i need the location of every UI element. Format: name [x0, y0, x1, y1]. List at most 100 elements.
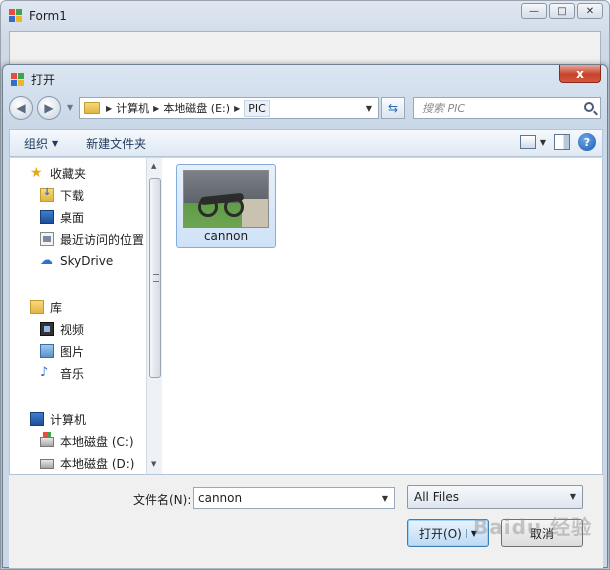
new-folder-label: 新建文件夹 — [86, 136, 147, 151]
refresh-button[interactable]: ⇆ — [381, 97, 405, 119]
nav-item-label: 视频 — [60, 322, 85, 337]
nav-item-label: 图片 — [60, 344, 85, 359]
refresh-icon: ⇆ — [387, 101, 399, 115]
close-button[interactable]: ✕ — [577, 3, 603, 19]
open-file-dialog: 打开 x ◀ ▶ ▼ ▶ 计算机 ▶ 本地磁盘 (E:) ▶ PIC ▼ ⇆ 搜… — [2, 64, 608, 568]
nav-item-drive-d[interactable]: 本地磁盘 (D:) — [40, 454, 134, 472]
change-view-icon[interactable] — [519, 135, 536, 149]
nav-item-label: 桌面 — [60, 210, 85, 225]
file-item-cannon[interactable]: cannon — [176, 164, 276, 248]
nav-computer-label: 计算机 — [50, 412, 87, 427]
nav-item-downloads[interactable]: 下载 — [40, 186, 84, 204]
filename-dropdown-icon[interactable]: ▼ — [378, 490, 392, 506]
nav-libraries-label: 库 — [50, 300, 63, 315]
nav-item-label: 本地磁盘 (D:) — [60, 456, 135, 471]
organize-button[interactable]: 组织 ▼ — [10, 135, 72, 152]
nav-item-music[interactable]: ♪ 音乐 — [40, 364, 84, 382]
form1-title: Form1 — [29, 9, 67, 23]
content-area: ★ 收藏夹 下载 桌面 最近访问的位置 ☁ SkyDrive 库 — [9, 158, 603, 474]
chevron-down-icon: ▼ — [52, 138, 59, 148]
search-input[interactable]: 搜索 PIC — [413, 97, 601, 119]
filetype-select[interactable]: All Files ▼ — [407, 485, 583, 509]
nav-item-drive-c[interactable]: 本地磁盘 (C:) — [40, 432, 134, 450]
breadcrumb-separator-icon[interactable]: ▶ — [106, 104, 112, 113]
scroll-grip-icon — [153, 274, 159, 282]
help-icon[interactable]: ? — [578, 133, 596, 151]
recent-places-icon — [40, 232, 54, 246]
preview-pane-icon[interactable] — [554, 134, 570, 150]
breadcrumb-pic[interactable]: PIC — [244, 99, 270, 117]
nav-item-desktop[interactable]: 桌面 — [40, 208, 84, 226]
navigation-bar: ◀ ▶ ▼ ▶ 计算机 ▶ 本地磁盘 (E:) ▶ PIC ▼ ⇆ 搜索 PIC — [9, 95, 603, 121]
nav-favorites-label: 收藏夹 — [50, 166, 87, 181]
nav-item-skydrive[interactable]: ☁ SkyDrive — [40, 252, 113, 270]
nav-favorites[interactable]: ★ 收藏夹 — [30, 164, 86, 182]
new-folder-button[interactable]: 新建文件夹 — [72, 135, 160, 152]
address-bar[interactable]: ▶ 计算机 ▶ 本地磁盘 (E:) ▶ PIC ▼ — [79, 97, 379, 119]
drive-icon — [40, 459, 54, 469]
form1-client-area — [9, 31, 601, 65]
search-placeholder: 搜索 PIC — [422, 102, 466, 115]
breadcrumb-separator-icon[interactable]: ▶ — [153, 104, 159, 113]
downloads-folder-icon — [40, 187, 54, 202]
nav-computer[interactable]: 计算机 — [30, 410, 86, 428]
breadcrumb-separator-icon[interactable]: ▶ — [234, 104, 240, 113]
breadcrumb: ▶ 计算机 ▶ 本地磁盘 (E:) ▶ PIC — [106, 99, 270, 117]
back-arrow-icon: ◀ — [16, 101, 26, 115]
nav-item-recent-places[interactable]: 最近访问的位置 — [40, 230, 144, 248]
dialog-close-button[interactable]: x — [559, 65, 601, 83]
nav-libraries[interactable]: 库 — [30, 298, 62, 316]
watermark-logo: Baidu 经验 — [473, 515, 593, 539]
maximize-button[interactable]: □ — [549, 3, 575, 19]
navigation-pane: ★ 收藏夹 下载 桌面 最近访问的位置 ☁ SkyDrive 库 — [10, 158, 162, 474]
nav-item-label: 音乐 — [60, 366, 85, 381]
navigation-scrollbar[interactable]: ▲ ▼ — [146, 158, 162, 474]
scrollbar-thumb[interactable] — [149, 178, 161, 378]
folder-icon — [84, 102, 100, 114]
search-icon[interactable] — [584, 102, 594, 112]
recent-locations-dropdown[interactable]: ▼ — [67, 103, 73, 112]
nav-item-pictures[interactable]: 图片 — [40, 342, 84, 360]
form1-titlebar: Form1 — [9, 7, 67, 25]
scroll-down-arrow-icon[interactable]: ▼ — [151, 460, 156, 468]
file-list: cannon — [170, 158, 602, 474]
file-name-label: cannon — [203, 229, 249, 243]
forward-arrow-icon: ▶ — [44, 101, 54, 115]
system-drive-icon — [40, 432, 54, 447]
cloud-icon: ☁ — [40, 253, 53, 268]
filetype-value: All Files — [414, 490, 460, 504]
library-icon — [30, 300, 44, 314]
forward-button[interactable]: ▶ — [37, 96, 61, 120]
desktop-icon — [40, 210, 54, 224]
dialog-titlebar: 打开 — [11, 71, 55, 88]
organize-label: 组织 — [24, 136, 49, 151]
view-options-dropdown-icon[interactable]: ▼ — [540, 138, 546, 147]
toolbar: 组织 ▼ 新建文件夹 ▼ ? — [9, 129, 603, 157]
breadcrumb-computer[interactable]: 计算机 — [116, 100, 149, 116]
form1-caption-buttons: — □ ✕ — [521, 3, 603, 19]
scroll-up-arrow-icon[interactable]: ▲ — [151, 162, 156, 170]
star-icon: ★ — [30, 165, 43, 181]
dialog-title: 打开 — [31, 73, 56, 87]
open-label: 打开(O) — [419, 526, 462, 541]
nav-item-label: SkyDrive — [60, 254, 114, 268]
cannon-thumbnail — [183, 170, 269, 228]
filename-label: 文件名(N): — [133, 493, 192, 507]
toolbar-right-group: ▼ ? — [519, 133, 596, 151]
back-button[interactable]: ◀ — [9, 96, 33, 120]
nav-item-label: 本地磁盘 (C:) — [60, 434, 134, 449]
nav-item-videos[interactable]: 视频 — [40, 320, 84, 338]
address-dropdown-icon[interactable]: ▼ — [360, 98, 378, 118]
video-icon — [40, 322, 54, 336]
dialog-app-icon — [11, 72, 25, 87]
breadcrumb-drive-e[interactable]: 本地磁盘 (E:) — [163, 100, 230, 116]
filetype-dropdown-icon[interactable]: ▼ — [566, 488, 580, 504]
nav-item-label: 最近访问的位置 — [60, 232, 145, 247]
app-icon — [9, 9, 23, 23]
filename-field[interactable]: cannon ▼ — [193, 487, 395, 509]
pictures-icon — [40, 344, 54, 358]
nav-item-label: 下载 — [60, 188, 85, 203]
music-note-icon: ♪ — [40, 365, 49, 380]
minimize-button[interactable]: — — [521, 3, 547, 19]
filename-value[interactable]: cannon — [198, 491, 242, 505]
